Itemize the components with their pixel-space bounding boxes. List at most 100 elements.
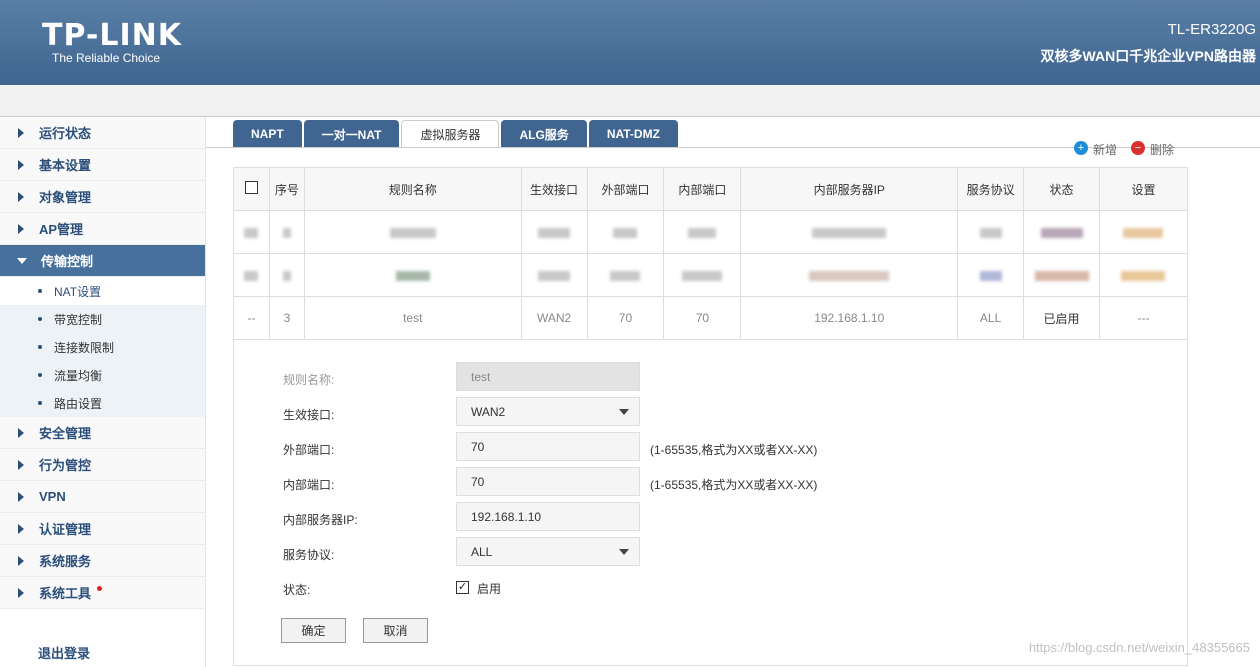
interface-select[interactable]: WAN2 [456, 397, 640, 426]
table-row-editing[interactable]: -- 3 test WAN2 70 70 192.168.1.10 ALL 已启… [233, 296, 1189, 340]
column-header: 设置 [1098, 167, 1189, 211]
sidebar-item-system-service[interactable]: 系统服务 [0, 545, 205, 577]
rule-name-input: test [456, 362, 640, 391]
chevron-right-icon [18, 159, 24, 170]
bullet-icon [38, 401, 42, 405]
ext-port-label: 外部端口: [283, 443, 335, 457]
redacted-cell [663, 253, 742, 297]
table-row [233, 210, 1189, 254]
enable-checkbox[interactable]: ✓ [456, 581, 469, 594]
nat-tabs: NAPT 一对一NAT 虚拟服务器 ALG服务 NAT-DMZ [233, 120, 680, 148]
chevron-right-icon [18, 223, 24, 234]
sidebar-item-ap-mgmt[interactable]: AP管理 [0, 213, 205, 245]
ext-port-input[interactable]: 70 [456, 432, 640, 461]
delete-label: 删除 [1150, 143, 1175, 157]
delete-button[interactable]: − 删除 [1131, 141, 1174, 157]
server-ip-input[interactable]: 192.168.1.10 [456, 502, 640, 531]
column-header: 规则名称 [303, 167, 522, 211]
redacted-cell [957, 253, 1025, 297]
sidebar-subitem-conn-limit[interactable]: 连接数限制 [0, 333, 205, 361]
int-port-input[interactable]: 70 [456, 467, 640, 496]
sidebar-subitem-label: 路由设置 [54, 396, 103, 411]
redacted-cell [303, 210, 522, 254]
redacted-cell [740, 253, 959, 297]
sidebar-item-basic-settings[interactable]: 基本设置 [0, 149, 205, 181]
sidebar-item-status[interactable]: 运行状态 [0, 117, 205, 149]
chevron-right-icon [18, 555, 24, 566]
interface-label: 生效接口: [283, 408, 335, 422]
redacted-cell [233, 210, 270, 254]
sidebar-subitem-bandwidth[interactable]: 带宽控制 [0, 305, 205, 333]
logo-tagline: The Reliable Choice [52, 51, 161, 65]
sidebar-subitem-label: 带宽控制 [54, 312, 103, 327]
protocol-select-value: ALL [471, 544, 493, 559]
sidebar-item-transfer-control[interactable]: 传输控制 [0, 245, 205, 277]
add-button[interactable]: + 新增 [1074, 141, 1117, 157]
sidebar-item-system-tools[interactable]: 系统工具 [0, 577, 205, 609]
sidebar-item-vpn[interactable]: VPN [0, 481, 205, 513]
bullet-icon [38, 289, 42, 293]
column-header: 内部端口 [663, 167, 742, 211]
delete-icon: − [1131, 141, 1146, 155]
redacted-cell [740, 210, 959, 254]
bullet-icon [38, 373, 42, 377]
tab-napt[interactable]: NAPT [233, 120, 302, 148]
column-header: 服务协议 [957, 167, 1025, 211]
sidebar-item-behavior-control[interactable]: 行为管控 [0, 449, 205, 481]
chevron-down-icon [619, 549, 629, 555]
column-header: 状态 [1023, 167, 1100, 211]
sidebar-subitem-nat[interactable]: NAT设置 [0, 277, 205, 305]
int-port-label: 内部端口: [283, 478, 335, 492]
rule-edit-form: 规则名称: test 生效接口: WAN2 外部端口: 70 (1-65535,… [233, 340, 1188, 666]
interface-select-value: WAN2 [471, 404, 506, 419]
sidebar-item-auth-mgmt[interactable]: 认证管理 [0, 513, 205, 545]
tab-virtual-server[interactable]: 虚拟服务器 [401, 120, 500, 148]
tab-alg-service[interactable]: ALG服务 [501, 120, 587, 148]
rule-name-label: 规则名称: [283, 373, 335, 387]
bullet-icon [38, 345, 42, 349]
select-all-checkbox[interactable] [244, 181, 258, 194]
int-port-hint: (1-65535,格式为XX或者XX-XX) [650, 478, 818, 492]
sidebar-item-object-mgmt[interactable]: 对象管理 [0, 181, 205, 213]
sidebar-item-label: AP管理 [39, 222, 84, 237]
sidebar-item-label: 安全管理 [39, 426, 92, 441]
chevron-right-icon [18, 127, 24, 138]
sidebar-item-security[interactable]: 安全管理 [0, 417, 205, 449]
device-description: 双核多WAN口千兆企业VPN路由器 [1040, 48, 1256, 64]
sidebar-item-label: VPN [39, 489, 66, 504]
sidebar-subitem-label: 连接数限制 [54, 340, 115, 355]
notification-dot-icon [97, 586, 103, 591]
redacted-cell [1023, 210, 1100, 254]
sidebar-subitem-routing[interactable]: 路由设置 [0, 389, 205, 417]
sidebar-subitem-label: 流量均衡 [54, 368, 103, 383]
sidebar-subitem-load-balance[interactable]: 流量均衡 [0, 361, 205, 389]
logout-link[interactable]: 退出登录 [38, 643, 90, 662]
table-actions: + 新增 − 删除 [1074, 141, 1174, 157]
enable-checkbox-label: 启用 [477, 582, 502, 596]
chevron-down-icon [17, 257, 27, 264]
column-header: 外部端口 [586, 167, 665, 211]
tab-one-to-one-nat[interactable]: 一对一NAT [303, 120, 400, 148]
row-name: test [303, 296, 522, 340]
chevron-right-icon [18, 191, 24, 202]
cancel-button[interactable]: 取消 [363, 618, 428, 643]
row-ext-port: 70 [586, 296, 665, 340]
tab-nat-dmz[interactable]: NAT-DMZ [588, 120, 678, 148]
tplink-logo: TP-LINK [42, 18, 183, 53]
chevron-right-icon [18, 491, 24, 502]
redacted-cell [268, 253, 305, 297]
table-header-row: 序号 规则名称 生效接口 外部端口 内部端口 内部服务器IP 服务协议 状态 设… [233, 167, 1189, 211]
protocol-select[interactable]: ALL [456, 537, 640, 566]
redacted-cell [1023, 253, 1100, 297]
add-label: 新增 [1093, 143, 1118, 157]
device-model: TL-ER3220G [1167, 21, 1256, 38]
row-index: 3 [268, 296, 305, 340]
ok-button[interactable]: 确定 [281, 618, 346, 643]
redacted-cell [663, 210, 742, 254]
sidebar-item-label: 运行状态 [39, 126, 92, 141]
redacted-cell [1098, 210, 1189, 254]
add-icon: + [1074, 141, 1088, 155]
row-server-ip: 192.168.1.10 [740, 296, 959, 340]
ext-port-hint: (1-65535,格式为XX或者XX-XX) [650, 443, 818, 457]
chevron-right-icon [18, 459, 24, 470]
